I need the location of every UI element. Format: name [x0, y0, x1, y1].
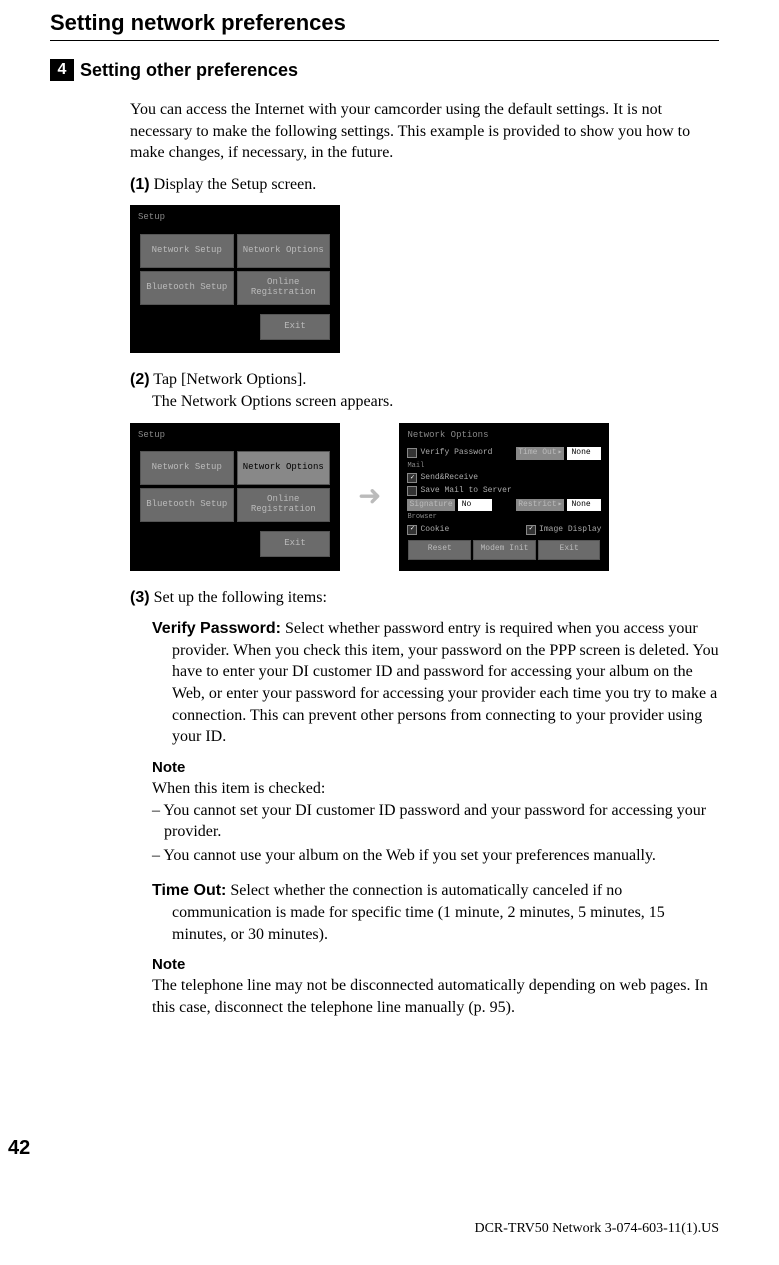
- network-setup-button[interactable]: Network Setup: [140, 234, 234, 268]
- restrict-dropdown[interactable]: Restrict▸: [516, 499, 564, 512]
- step-2-text-a: Tap [Network Options].: [153, 371, 306, 388]
- note-2-text: The telephone line may not be disconnect…: [152, 975, 719, 1018]
- verify-password-heading: Verify Password:: [152, 620, 281, 637]
- note-1-dash1: – You cannot set your DI customer ID pas…: [152, 800, 719, 843]
- setup-screen-highlighted: Setup Network Setup Network Options Blue…: [130, 423, 340, 571]
- step-2: (2) Tap [Network Options]. The Network O…: [130, 369, 719, 412]
- bluetooth-setup-button[interactable]: Bluetooth Setup: [140, 271, 234, 305]
- online-registration-button-2[interactable]: Online Registration: [237, 488, 331, 522]
- browser-section-label: Browser: [407, 513, 601, 522]
- timeout-item: Time Out: Select whether the connection …: [152, 880, 719, 945]
- netopt-exit-button[interactable]: Exit: [538, 540, 601, 560]
- setup-screen-title-2: Setup: [134, 427, 336, 445]
- section-heading: 4 Setting other preferences: [50, 59, 719, 81]
- items-block: Verify Password: Select whether password…: [152, 618, 719, 1018]
- step-3-number: (3): [130, 589, 150, 606]
- verify-password-checkbox[interactable]: [407, 448, 417, 458]
- title-underline: [50, 40, 719, 41]
- setup-screen-title: Setup: [134, 209, 336, 227]
- verify-password-item: Verify Password: Select whether password…: [152, 618, 719, 748]
- section-number-badge: 4: [50, 59, 74, 81]
- page-number: 42: [8, 1137, 30, 1160]
- timeout-dropdown[interactable]: Time Out▸: [516, 447, 564, 460]
- timeout-desc: Select whether the connection is automat…: [172, 882, 665, 942]
- note-1-line1: When this item is checked:: [152, 778, 719, 800]
- section-title: Setting other preferences: [80, 60, 298, 81]
- timeout-value: None: [567, 447, 601, 460]
- modem-init-button[interactable]: Modem Init: [473, 540, 536, 560]
- signature-dropdown[interactable]: Signature: [407, 499, 454, 512]
- body: You can access the Internet with your ca…: [130, 99, 719, 1019]
- signature-value: No: [458, 499, 492, 512]
- intro-text: You can access the Internet with your ca…: [130, 99, 719, 164]
- network-options-button[interactable]: Network Options: [237, 234, 331, 268]
- timeout-heading: Time Out:: [152, 882, 226, 899]
- send-receive-checkbox[interactable]: [407, 473, 417, 483]
- bluetooth-setup-button-2[interactable]: Bluetooth Setup: [140, 488, 234, 522]
- step-1-text: Display the Setup screen.: [154, 176, 317, 193]
- verify-password-label: Verify Password: [420, 448, 492, 459]
- screenshot-row-1: Setup Network Setup Network Options Blue…: [130, 205, 719, 353]
- page-title: Setting network preferences: [50, 10, 719, 36]
- reset-button[interactable]: Reset: [408, 540, 471, 560]
- restrict-value: None: [567, 499, 601, 512]
- network-setup-button-2[interactable]: Network Setup: [140, 451, 234, 485]
- footer-text: DCR-TRV50 Network 3-074-603-11(1).US: [474, 1221, 719, 1237]
- step-1-number: (1): [130, 176, 150, 193]
- save-mail-label: Save Mail to Server: [420, 486, 511, 497]
- exit-button-2[interactable]: Exit: [260, 531, 330, 557]
- network-options-button-active[interactable]: Network Options: [237, 451, 331, 485]
- note-2-heading: Note: [152, 955, 719, 975]
- step-2-text-b: The Network Options screen appears.: [152, 391, 393, 413]
- arrow-icon: ➜: [358, 478, 381, 516]
- page: Setting network preferences 4 Setting ot…: [0, 0, 779, 1265]
- online-registration-button[interactable]: Online Registration: [237, 271, 331, 305]
- exit-button[interactable]: Exit: [260, 314, 330, 340]
- note-1-heading: Note: [152, 758, 719, 778]
- image-display-checkbox[interactable]: [526, 525, 536, 535]
- save-mail-checkbox[interactable]: [407, 486, 417, 496]
- screenshot-row-2: Setup Network Setup Network Options Blue…: [130, 423, 719, 571]
- cookie-label: Cookie: [420, 525, 449, 536]
- send-receive-label: Send&Receive: [420, 473, 478, 484]
- image-display-label: Image Display: [539, 525, 601, 536]
- note-1-dash2: – You cannot use your album on the Web i…: [152, 845, 719, 867]
- step-3: (3) Set up the following items:: [130, 587, 719, 609]
- step-1: (1) Display the Setup screen.: [130, 174, 719, 196]
- mail-section-label: Mail: [407, 462, 601, 471]
- netopt-title: Network Options: [403, 427, 605, 445]
- setup-screen: Setup Network Setup Network Options Blue…: [130, 205, 340, 353]
- step-3-text: Set up the following items:: [154, 589, 327, 606]
- verify-password-desc: Select whether password entry is require…: [172, 620, 719, 745]
- step-2-number: (2): [130, 371, 150, 388]
- cookie-checkbox[interactable]: [407, 525, 417, 535]
- network-options-screen: Network Options Verify Password Time Out…: [399, 423, 609, 571]
